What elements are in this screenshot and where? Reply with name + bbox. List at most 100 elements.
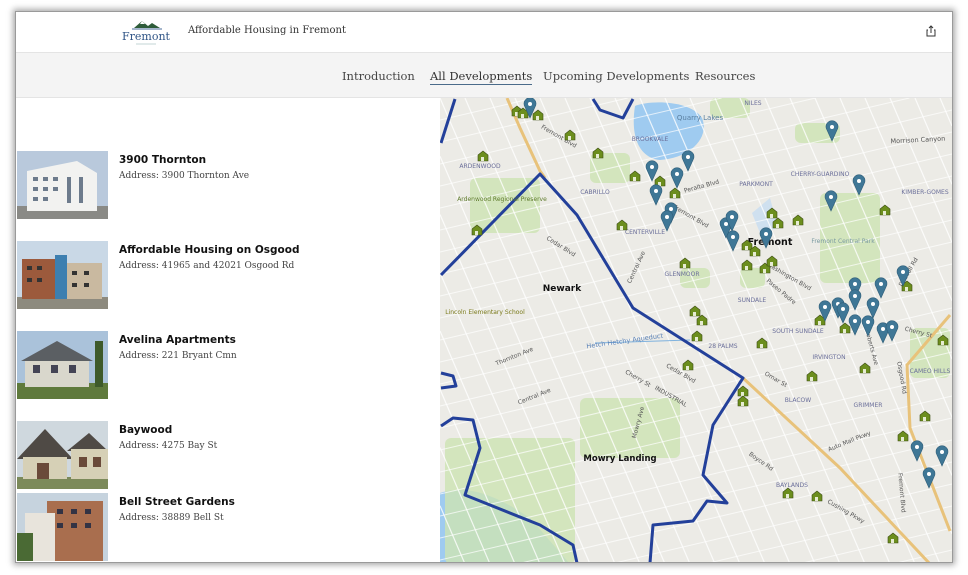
pin-dot — [823, 305, 827, 309]
house-marker-icon[interactable] — [691, 330, 703, 342]
house-marker-icon[interactable] — [532, 109, 544, 121]
pin-dot — [915, 445, 919, 449]
share-icon[interactable] — [924, 24, 938, 38]
house-marker-icon[interactable] — [919, 410, 931, 422]
pin-dot — [881, 327, 885, 331]
house-marker-icon[interactable] — [564, 129, 576, 141]
development-photo — [17, 331, 108, 399]
pin-shape — [670, 167, 684, 189]
house-door — [620, 226, 623, 230]
road — [440, 307, 952, 429]
development-name: Avelina Apartments — [119, 334, 236, 346]
house-marker-icon[interactable] — [629, 170, 641, 182]
house-marker-icon[interactable] — [839, 322, 851, 334]
location-pin-icon[interactable] — [848, 289, 862, 311]
list-item[interactable]: 3900 Thornton Address: 3900 Thornton Ave — [16, 151, 436, 221]
map-label: ARDENWOOD — [459, 163, 501, 170]
house-door — [815, 497, 818, 501]
development-address: Address: 4275 Bay St — [119, 441, 218, 451]
house-door — [818, 321, 821, 325]
location-pin-icon[interactable] — [866, 297, 880, 319]
house-marker-icon[interactable] — [782, 487, 794, 499]
location-pin-icon[interactable] — [861, 315, 875, 337]
quarry-lakes-water — [633, 102, 704, 160]
house-marker-icon[interactable] — [859, 362, 871, 374]
house-door — [786, 494, 789, 498]
house-door — [568, 136, 571, 140]
location-pin-icon[interactable] — [681, 150, 695, 172]
house-marker-icon[interactable] — [756, 337, 768, 349]
nav-resources[interactable]: Resources — [695, 69, 755, 83]
development-name: Affordable Housing on Osgood — [119, 244, 300, 256]
house-marker-icon[interactable] — [792, 214, 804, 226]
pin-dot — [901, 270, 905, 274]
road — [889, 98, 952, 243]
house-marker-icon[interactable] — [737, 395, 749, 407]
list-item[interactable]: Affordable Housing on Osgood Address: 41… — [16, 241, 436, 311]
list-item[interactable]: Bell Street Gardens Address: 38889 Bell … — [16, 493, 436, 562]
house-door — [776, 224, 779, 228]
house-marker-icon[interactable] — [689, 305, 701, 317]
map-label: Central Ave — [626, 250, 647, 285]
house-door — [796, 221, 799, 225]
house-door — [883, 211, 886, 215]
house-door — [923, 417, 926, 421]
nav-upcoming-developments[interactable]: Upcoming Developments — [543, 69, 689, 83]
house-marker-icon[interactable] — [741, 259, 753, 271]
pin-dot — [927, 472, 931, 476]
pin-dot — [830, 125, 834, 129]
location-pin-icon[interactable] — [836, 302, 850, 324]
house-door — [745, 266, 748, 270]
list-item[interactable]: Avelina Apartments Address: 221 Bryant C… — [16, 331, 436, 401]
map-label: Cedar Blvd — [545, 235, 577, 258]
location-pin-icon[interactable] — [645, 160, 659, 182]
house-marker-icon[interactable] — [682, 359, 694, 371]
map-label: CAMEO HILLS — [910, 368, 951, 375]
house-marker-icon[interactable] — [887, 532, 899, 544]
house-marker-icon[interactable] — [806, 370, 818, 382]
list-item[interactable]: Baywood Address: 4275 Bay St — [16, 421, 436, 491]
house-door — [596, 154, 599, 158]
house-marker-icon[interactable] — [897, 430, 909, 442]
house-door — [700, 321, 703, 325]
house-marker-icon[interactable] — [766, 255, 778, 267]
map-label: Thornton Ave — [494, 346, 535, 368]
house-marker-icon[interactable] — [669, 187, 681, 199]
house-marker-icon[interactable] — [477, 150, 489, 162]
house-door — [941, 341, 944, 345]
pin-shape — [848, 289, 862, 311]
map-label: GRIMMER — [854, 402, 883, 409]
pin-dot — [764, 232, 768, 236]
location-pin-icon[interactable] — [874, 277, 888, 299]
house-door — [741, 402, 744, 406]
pin-shape — [874, 277, 888, 299]
house-door — [901, 437, 904, 441]
fremont-logo[interactable]: Fremont — [122, 18, 170, 48]
development-address: Address: 221 Bryant Cmn — [119, 351, 237, 361]
pin-shape — [885, 320, 899, 342]
development-photo — [17, 151, 108, 219]
map-label: BROOKVALE — [632, 136, 669, 143]
nav-introduction[interactable]: Introduction — [342, 69, 415, 83]
pin-dot — [940, 450, 944, 454]
house-door — [475, 231, 478, 235]
location-pin-icon[interactable] — [885, 320, 899, 342]
development-address: Address: 38889 Bell St — [119, 513, 224, 523]
pin-shape — [681, 150, 695, 172]
house-door — [633, 177, 636, 181]
map[interactable]: Quarry Lakes NILES BROOKVALE ARDENWOOD Arden… — [440, 98, 952, 563]
pin-shape — [866, 297, 880, 319]
nav-all-developments[interactable]: All Developments — [430, 69, 533, 85]
location-pin-icon[interactable] — [670, 167, 684, 189]
pin-dot — [841, 307, 845, 311]
house-marker-icon[interactable] — [879, 204, 891, 216]
development-name: Baywood — [119, 424, 173, 436]
map-label: 28 PALMS — [708, 343, 737, 350]
map-label: Fremont Central Park — [811, 238, 875, 245]
map-canvas[interactable]: Quarry Lakes NILES BROOKVALE ARDENWOOD Arden… — [440, 98, 952, 563]
map-label: CABRILLO — [580, 189, 610, 196]
map-label: Fremont Blvd — [896, 473, 906, 513]
development-photo — [17, 493, 108, 561]
house-marker-icon[interactable] — [696, 314, 708, 326]
pin-dot — [654, 189, 658, 193]
